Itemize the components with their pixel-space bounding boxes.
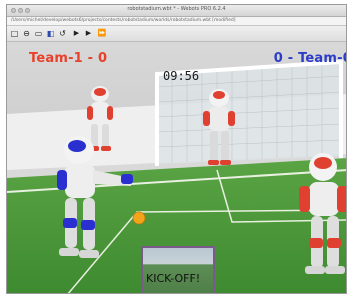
path-bar: /Users/michel/develop/webots6/projects/c… <box>7 17 346 26</box>
step-icon[interactable]: ▶ <box>72 29 81 38</box>
new-world-icon[interactable]: □ <box>10 29 19 38</box>
open-icon[interactable]: ⊖ <box>22 29 31 38</box>
toolbar: □ ⊖ ▭ ◧ ↺ ▶ ▶ ⏩ <box>7 26 346 42</box>
match-clock: 09:56 <box>163 69 200 83</box>
world-path: /Users/michel/develop/webots6/projects/c… <box>11 18 236 23</box>
run-icon[interactable]: ▶ <box>84 29 93 38</box>
score-team-0: 0 - Team-0 <box>273 51 346 66</box>
score-team-1: Team-1 - 0 <box>29 51 108 66</box>
revert-icon[interactable]: ◧ <box>46 29 55 38</box>
title-bar[interactable]: robotstadium.wbt * - Webots PRO 6.2.4 <box>7 5 346 17</box>
kickoff-message: KICK-OFF! <box>146 272 201 285</box>
webots-window: robotstadium.wbt * - Webots PRO 6.2.4 /U… <box>6 4 347 294</box>
fast-forward-icon[interactable]: ⏩ <box>96 29 108 38</box>
reload-icon[interactable]: ↺ <box>58 29 67 38</box>
window-title: robotstadium.wbt * - Webots PRO 6.2.4 <box>127 6 226 12</box>
save-icon[interactable]: ▭ <box>34 29 43 38</box>
3d-view[interactable]: Team-1 - 0 0 - Team-0 09:56 KICK-OFF! <box>7 42 346 293</box>
soccer-ball <box>132 211 146 225</box>
camera-inset: KICK-OFF! <box>141 246 215 293</box>
